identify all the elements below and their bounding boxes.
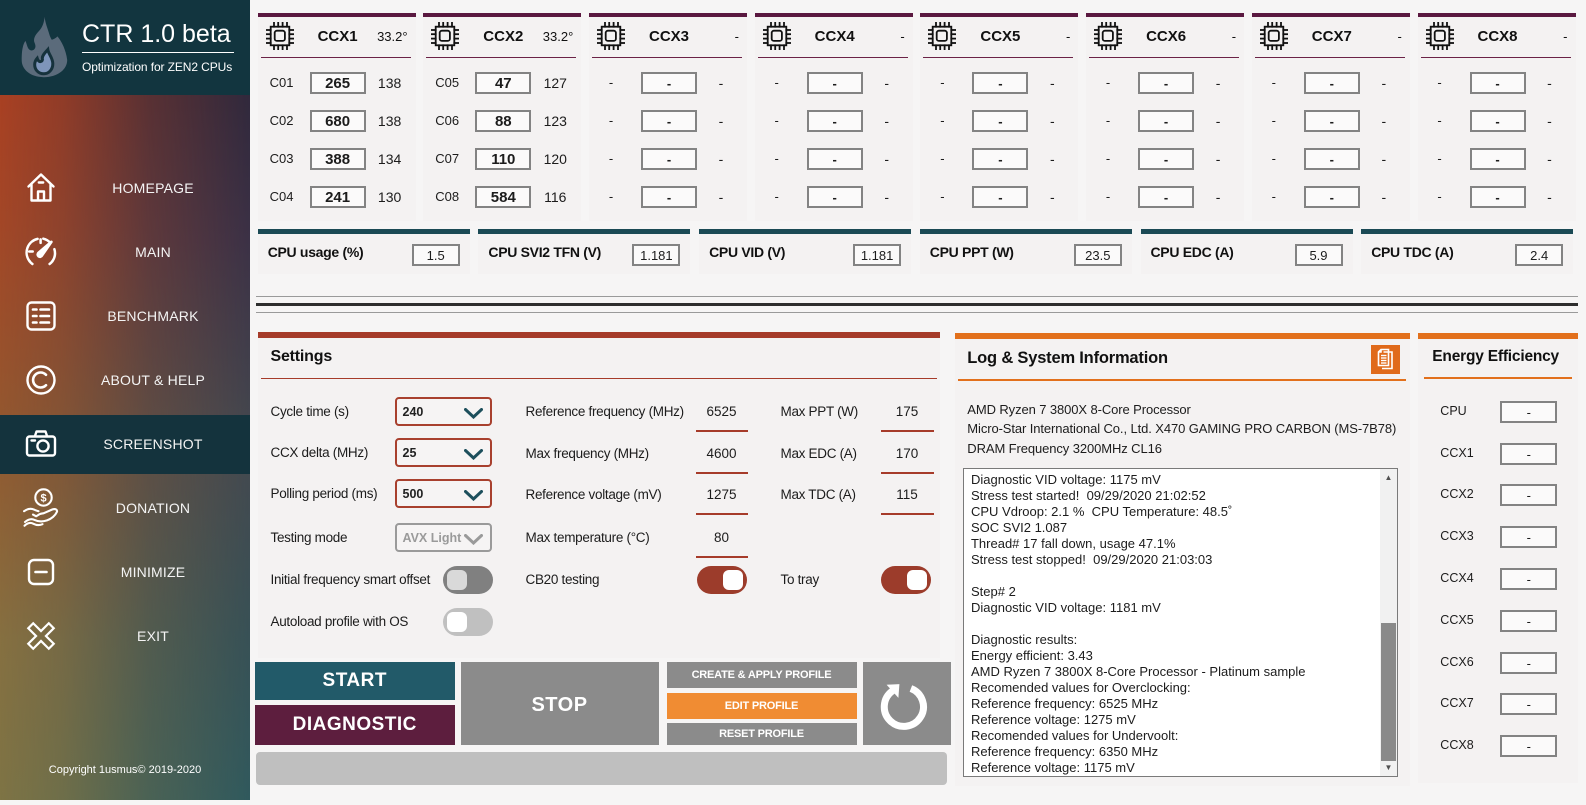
svg-text:$: $	[40, 492, 46, 504]
